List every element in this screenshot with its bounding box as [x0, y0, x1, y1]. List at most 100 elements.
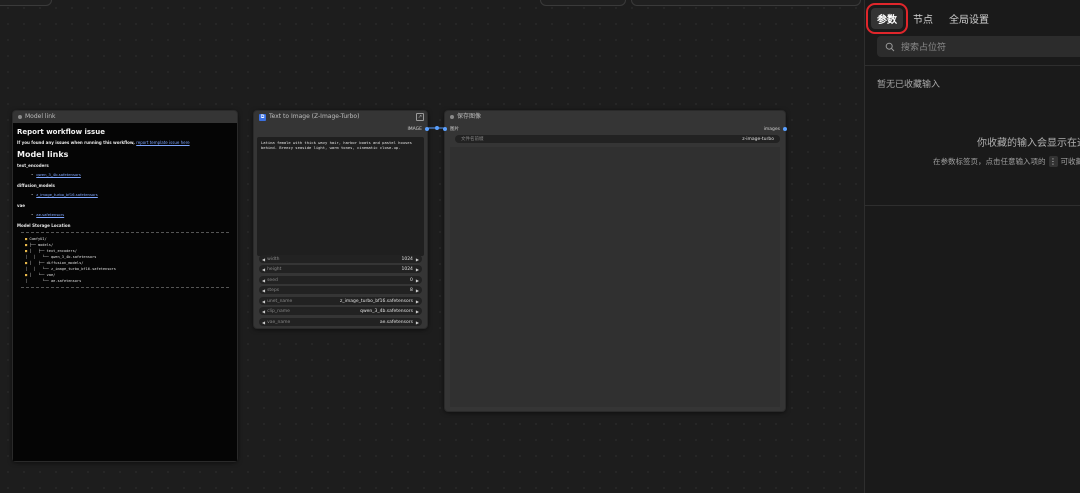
- section-heading: diffusion_models: [17, 183, 55, 188]
- widget-seed[interactable]: ◀ seed 0 ▶: [259, 276, 422, 284]
- image-preview-area: [450, 147, 780, 407]
- model-file-link[interactable]: qwen_3_4b.safetensors: [36, 172, 81, 177]
- report-text-label: If you found any issues when running thi…: [17, 140, 135, 145]
- tree-text: │ ├── diffusion_models/: [29, 261, 84, 265]
- node-title: Model link: [25, 113, 56, 120]
- search-icon: [885, 42, 895, 51]
- tree-text: ├── models/: [29, 243, 54, 247]
- increment-arrow-icon[interactable]: ▶: [416, 299, 419, 304]
- output-label: images: [763, 126, 780, 132]
- input-label: 图片: [450, 127, 459, 132]
- list-item: z_image_turbo_bf16.safetensors: [31, 192, 233, 197]
- tree-text: │ └── ae.safetensors: [25, 279, 82, 283]
- list-item: ae.safetensors: [31, 212, 233, 217]
- decrement-arrow-icon[interactable]: ◀: [262, 299, 265, 304]
- decrement-arrow-icon[interactable]: ◀: [262, 257, 265, 262]
- tree-text: │ │ └── z_image_turbo_bf16.safetensors: [25, 267, 116, 271]
- right-panel: 参数 节点 全局设置 暂无已收藏输入 你收藏的输入会显示在这里 在参数标签页，点…: [864, 0, 1080, 493]
- node-title-bar[interactable]: Model link: [13, 111, 237, 123]
- report-issue-link[interactable]: report template issue here: [136, 140, 189, 145]
- widget-value: z_image_turbo_bf16.safetensors: [339, 298, 413, 304]
- widget-unet-name[interactable]: ◀ unet_name z_image_turbo_bf16.safetensors…: [259, 297, 422, 305]
- list-item: qwen_3_4b.safetensors: [31, 172, 233, 177]
- widget-label: vae_name: [267, 319, 291, 325]
- widget-height[interactable]: ◀ height 1024 ▶: [259, 265, 422, 273]
- hint-suffix: 可收藏: [1060, 157, 1080, 166]
- decrement-arrow-icon[interactable]: ◀: [262, 278, 265, 283]
- decrement-arrow-icon[interactable]: ◀: [262, 288, 265, 293]
- widget-vae-name[interactable]: ◀ vae_name ae.safetensors ▶: [259, 318, 422, 326]
- storage-tree: ■ ComfyUI/■ ├── models/■ │ ├── text_enco…: [21, 232, 229, 288]
- widget-value: ae.safetensors: [379, 319, 413, 325]
- increment-arrow-icon[interactable]: ▶: [416, 320, 419, 325]
- report-heading: Report workflow issue: [17, 128, 105, 136]
- more-options-icon: ⋮: [1048, 156, 1058, 167]
- subgraph-badge-icon[interactable]: ⧉: [259, 113, 266, 121]
- empty-state-title: 你收藏的输入会显示在这里: [977, 138, 1080, 149]
- node-title: 保存图像: [457, 113, 482, 120]
- decrement-arrow-icon[interactable]: ◀: [262, 309, 265, 314]
- tab-global-settings[interactable]: 全局设置: [943, 8, 995, 29]
- output-port-icon[interactable]: [783, 127, 787, 131]
- node-title-bar[interactable]: 保存图像: [445, 111, 785, 123]
- widget-value: 8: [410, 287, 413, 293]
- hint-prefix: 在参数标签页，点击任意输入项的: [933, 157, 1046, 166]
- increment-arrow-icon[interactable]: ▶: [416, 288, 419, 293]
- input-port-icon[interactable]: [443, 127, 447, 131]
- output-label: IMAGE: [407, 126, 422, 132]
- filename-prefix-widget[interactable]: 文件名前缀 z-image-turbo: [455, 135, 780, 143]
- tree-text: │ ├── text_encoders/: [29, 249, 77, 253]
- model-file-link[interactable]: z_image_turbo_bf16.safetensors: [36, 192, 98, 197]
- node-title: Text to Image (Z-Image-Turbo): [269, 113, 360, 120]
- tree-line: │ └── ae.safetensors: [25, 278, 225, 284]
- expand-icon[interactable]: ↗: [416, 113, 424, 121]
- tab-parameters[interactable]: 参数: [866, 2, 908, 34]
- toolbar-pill[interactable]: [631, 0, 861, 6]
- report-text: If you found any issues when running thi…: [17, 140, 233, 145]
- search-input[interactable]: [899, 40, 1080, 53]
- prompt-textarea[interactable]: Latina female with thick wavy hair, harb…: [257, 137, 424, 256]
- workflow-canvas[interactable]: Model link Report workflow issue If you …: [0, 0, 864, 493]
- widget-clip-name[interactable]: ◀ clip_name qwen_3_4b.safetensors ▶: [259, 307, 422, 315]
- increment-arrow-icon[interactable]: ▶: [416, 309, 419, 314]
- tab-nodes[interactable]: 节点: [907, 8, 939, 29]
- widget-steps[interactable]: ◀ steps 8 ▶: [259, 286, 422, 294]
- panel-tabs: 参数 节点 全局设置: [866, 2, 995, 34]
- markdown-body: Report workflow issue If you found any i…: [13, 123, 237, 461]
- section-heading: text_encoders: [17, 163, 49, 168]
- increment-arrow-icon[interactable]: ▶: [416, 257, 419, 262]
- storage-heading: Model Storage Location: [17, 223, 71, 228]
- widget-label: clip_name: [267, 308, 290, 314]
- collapse-dot-icon[interactable]: [18, 115, 22, 119]
- widget-value: 0: [410, 277, 413, 283]
- divider: [865, 205, 1080, 206]
- increment-arrow-icon[interactable]: ▶: [416, 267, 419, 272]
- save-image-node[interactable]: 保存图像 图片 images 文件名前缀 z-image-turbo: [443, 110, 787, 412]
- increment-arrow-icon[interactable]: ▶: [416, 278, 419, 283]
- favorites-section-label: 暂无已收藏输入: [877, 80, 941, 90]
- collapse-dot-icon[interactable]: [450, 115, 454, 119]
- input-slot[interactable]: 图片: [443, 125, 459, 133]
- decrement-arrow-icon[interactable]: ◀: [262, 320, 265, 325]
- output-slot[interactable]: images: [763, 125, 787, 133]
- widget-label: seed: [267, 277, 278, 283]
- widget-label: width: [267, 256, 280, 262]
- widget-label: 文件名前缀: [461, 137, 484, 142]
- widget-value: z-image-turbo: [742, 136, 774, 142]
- widget-width[interactable]: ◀ width 1024 ▶: [259, 255, 422, 263]
- models-heading: Model links: [17, 150, 69, 159]
- search-box[interactable]: [877, 36, 1080, 57]
- toolbar-pill[interactable]: [0, 0, 52, 6]
- model-file-link[interactable]: ae.safetensors: [36, 212, 64, 217]
- widget-label: steps: [267, 287, 280, 293]
- decrement-arrow-icon[interactable]: ◀: [262, 267, 265, 272]
- widget-value: 1024: [401, 266, 413, 272]
- tree-text: │ │ └── qwen_3_4b.safetensors: [25, 255, 97, 259]
- toolbar-pill[interactable]: [540, 0, 626, 6]
- widget-label: height: [267, 266, 282, 272]
- empty-state-hint: 在参数标签页，点击任意输入项的 ⋮ 可收藏: [933, 156, 1080, 167]
- tree-text: │ └── vae/: [29, 273, 56, 277]
- text-to-image-node[interactable]: ⧉ Text to Image (Z-Image-Turbo) ↗ IMAGE …: [253, 110, 429, 329]
- node-title-bar[interactable]: ⧉ Text to Image (Z-Image-Turbo) ↗: [254, 111, 427, 123]
- model-link-node[interactable]: Model link Report workflow issue If you …: [12, 110, 238, 462]
